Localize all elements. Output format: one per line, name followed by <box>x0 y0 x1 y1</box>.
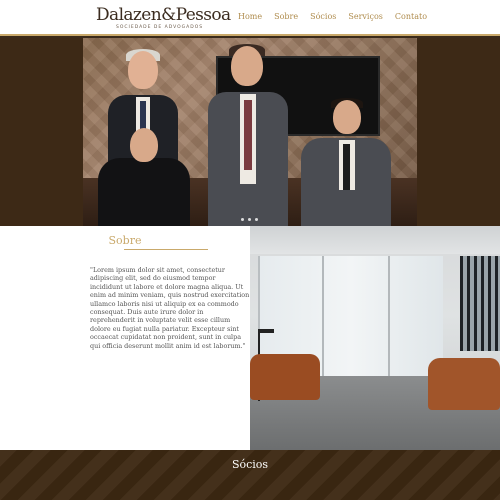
sobre-divider <box>124 249 208 250</box>
head <box>130 128 158 162</box>
carousel-dots <box>241 218 258 221</box>
nav-contato[interactable]: Contato <box>395 12 427 21</box>
sobre-title: Sobre <box>108 234 142 247</box>
partner-photo-center <box>208 44 288 226</box>
logo-name: Dalazen&Pessoa <box>96 5 231 25</box>
main-nav: Home Sobre Sócios Serviços Contato <box>238 12 439 21</box>
head <box>333 100 361 134</box>
carousel-dot-1[interactable] <box>241 218 244 221</box>
logo[interactable]: Dalazen&Pessoa SOCIEDADE DE ADVOGADOS <box>96 5 231 33</box>
carousel-dot-2[interactable] <box>248 218 251 221</box>
head <box>128 51 158 89</box>
socios-section: Sócios <box>0 450 500 500</box>
lamp-head <box>258 329 274 333</box>
carousel-dot-3[interactable] <box>255 218 258 221</box>
leather-armchair-right <box>428 358 500 410</box>
nav-socios[interactable]: Sócios <box>310 12 336 21</box>
head <box>231 46 263 86</box>
glass-divider <box>322 256 324 384</box>
ceiling <box>250 226 500 254</box>
nav-servicos[interactable]: Serviços <box>348 12 383 21</box>
site-header: Dalazen&Pessoa SOCIEDADE DE ADVOGADOS Ho… <box>0 0 500 36</box>
tie <box>244 100 252 170</box>
hero-team-photo <box>83 38 417 226</box>
office-photo <box>250 226 500 450</box>
socios-title: Sócios <box>231 458 269 471</box>
logo-subtitle: SOCIEDADE DE ADVOGADOS <box>116 25 204 30</box>
tie <box>343 144 350 190</box>
sobre-section: Sobre "Lorem ipsum dolor sit amet, conse… <box>0 226 250 450</box>
sobre-text: "Lorem ipsum dolor sit amet, consectetur… <box>90 266 250 350</box>
nav-sobre[interactable]: Sobre <box>274 12 298 21</box>
glass-divider <box>388 256 390 384</box>
window-blinds <box>460 256 500 351</box>
nav-home[interactable]: Home <box>238 12 262 21</box>
leather-armchair-left <box>250 354 320 400</box>
partner-photo-right <box>301 98 391 226</box>
partner-photo-woman <box>98 122 190 226</box>
